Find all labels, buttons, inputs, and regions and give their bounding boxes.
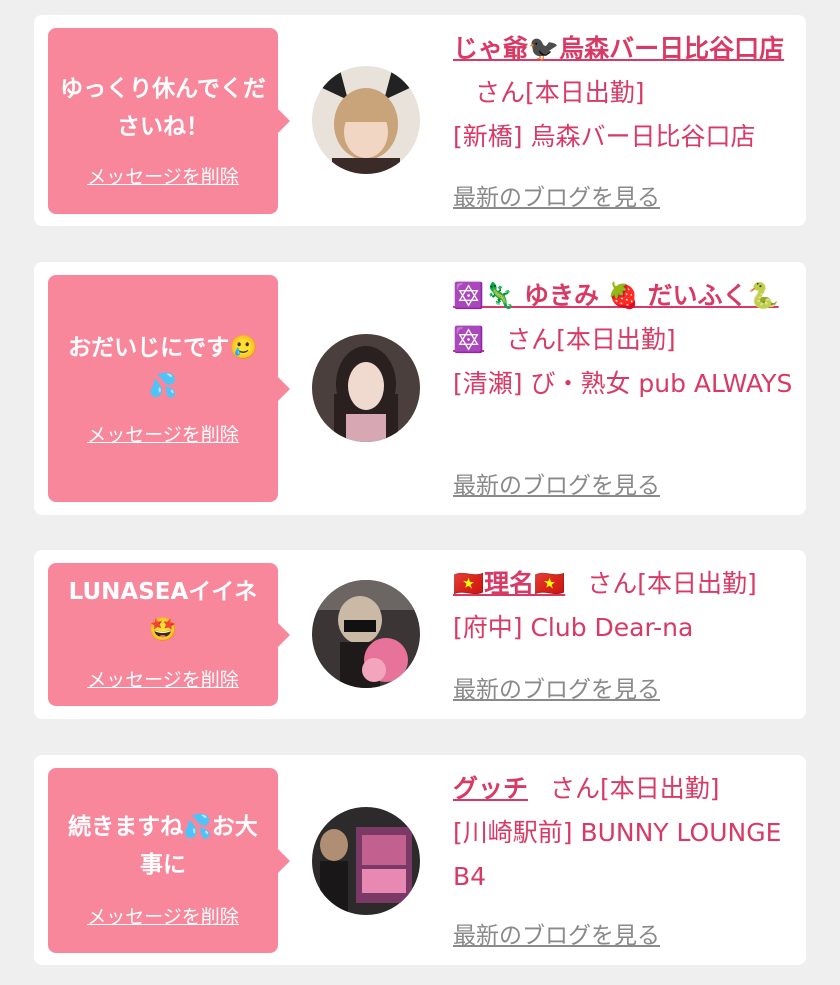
shop-label: [新橋] 烏森バー日比谷口店	[453, 122, 756, 151]
delete-message-link[interactable]: メッセージを削除	[48, 902, 278, 929]
message-card: LUNASEAイイネ🤩 メッセージを削除 🇻🇳理名🇻🇳 さん[本日出勤] [府中]…	[34, 550, 806, 719]
message-bubble: ゆっくり休んでくださいね！ メッセージを削除	[48, 28, 290, 214]
latest-blog-link[interactable]: 最新のブログを見る	[453, 670, 660, 704]
message-text: おだいじにです🥲💦	[68, 335, 258, 399]
latest-blog-link[interactable]: 最新のブログを見る	[453, 916, 660, 950]
message-text: 続きますね💦お大事に	[68, 814, 258, 878]
cast-name-link[interactable]: 🇻🇳理名🇻🇳	[453, 569, 565, 598]
cast-status: さん[本日出勤]	[587, 569, 757, 598]
avatar-photo-1	[312, 66, 420, 174]
shop-label: [清瀬] び・熟女 pub ALWAYS	[453, 369, 793, 398]
avatar-photo-3	[312, 580, 420, 688]
cast-status: さん[本日出勤]	[506, 325, 676, 354]
message-card: おだいじにです🥲💦 メッセージを削除 🔯🦎 ゆきみ 🍓 だいふく🐍🔯 さん[本日出…	[34, 262, 806, 515]
latest-blog-link[interactable]: 最新のブログを見る	[453, 178, 660, 212]
message-card: 続きますね💦お大事に メッセージを削除 グッチ さん[本日出勤] [川崎駅前] B…	[34, 755, 806, 965]
avatar-photo-2	[312, 334, 420, 442]
avatar[interactable]	[312, 334, 420, 442]
cast-status: さん[本日出勤]	[550, 774, 720, 803]
message-bubble: 続きますね💦お大事に メッセージを削除	[48, 768, 290, 953]
delete-message-link[interactable]: メッセージを削除	[48, 162, 278, 189]
cast-status: さん[本日出勤]	[475, 78, 645, 107]
shop-label: [府中] Club Dear-na	[453, 613, 694, 642]
message-text: LUNASEAイイネ🤩	[68, 579, 258, 643]
message-card: ゆっくり休んでくださいね！ メッセージを削除 じゃ爺🐦‍⬛烏森バー日比谷口店さん…	[34, 15, 806, 226]
message-text: ゆっくり休んでくださいね！	[60, 76, 266, 140]
message-bubble: LUNASEAイイネ🤩 メッセージを削除	[48, 563, 290, 706]
delete-message-link[interactable]: メッセージを削除	[48, 420, 278, 447]
cast-info: 🔯🦎 ゆきみ 🍓 だいふく🐍🔯 さん[本日出勤] [清瀬] び・熟女 pub AL…	[453, 274, 796, 406]
message-bubble: おだいじにです🥲💦 メッセージを削除	[48, 275, 290, 502]
avatar-photo-4	[312, 807, 420, 915]
cast-info: じゃ爺🐦‍⬛烏森バー日比谷口店さん[本日出勤] [新橋] 烏森バー日比谷口店	[453, 27, 796, 159]
cast-name-link[interactable]: グッチ	[453, 774, 528, 803]
cast-info: グッチ さん[本日出勤] [川崎駅前] BUNNY LOUNGE B4	[453, 767, 796, 899]
delete-message-link[interactable]: メッセージを削除	[48, 665, 278, 692]
cast-name-link[interactable]: じゃ爺🐦‍⬛烏森バー日比谷口店	[453, 34, 784, 63]
avatar[interactable]	[312, 66, 420, 174]
avatar[interactable]	[312, 580, 420, 688]
avatar[interactable]	[312, 807, 420, 915]
cast-info: 🇻🇳理名🇻🇳 さん[本日出勤] [府中] Club Dear-na	[453, 562, 796, 650]
shop-label: [川崎駅前] BUNNY LOUNGE B4	[453, 818, 782, 891]
latest-blog-link[interactable]: 最新のブログを見る	[453, 466, 660, 500]
